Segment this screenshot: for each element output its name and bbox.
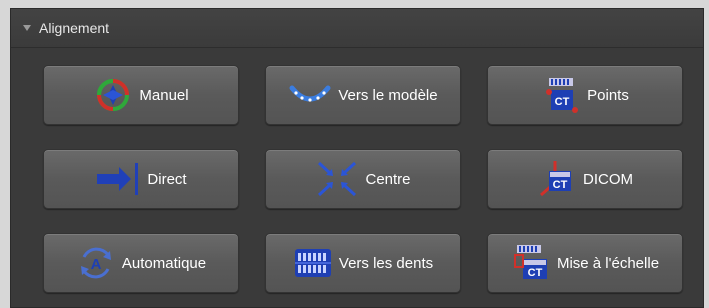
svg-text:CT: CT	[553, 179, 568, 191]
window-background: Alignement Manuel Vers le modèle CT Poin…	[0, 0, 709, 308]
points-label: Points	[587, 86, 629, 104]
dicom-button[interactable]: CT DICOM	[487, 149, 683, 209]
manual-button[interactable]: Manuel	[43, 65, 239, 125]
center-button[interactable]: Centre	[265, 149, 461, 209]
collapse-triangle-icon[interactable]	[23, 25, 31, 31]
panel-header[interactable]: Alignement	[11, 9, 703, 48]
direct-align-icon	[95, 161, 141, 197]
center-align-icon	[315, 159, 359, 199]
manual-label: Manuel	[139, 86, 189, 104]
direct-button[interactable]: Direct	[43, 149, 239, 209]
to-model-label: Vers le modèle	[338, 86, 438, 104]
svg-text:CT: CT	[555, 96, 570, 108]
model-align-icon	[288, 80, 332, 110]
to-teeth-button[interactable]: Vers les dents	[265, 233, 461, 293]
panel-title: Alignement	[39, 20, 110, 36]
center-label: Centre	[365, 170, 411, 188]
scale-align-icon: CT	[511, 243, 551, 283]
to-model-button[interactable]: Vers le modèle	[265, 65, 461, 125]
direct-label: Direct	[147, 170, 187, 188]
to-teeth-label: Vers les dents	[338, 254, 434, 272]
points-align-icon: CT	[541, 76, 581, 114]
manual-align-icon	[93, 75, 133, 115]
teeth-align-icon	[293, 245, 333, 281]
automatic-button[interactable]: A Automatique	[43, 233, 239, 293]
automatic-align-icon: A	[76, 243, 116, 283]
scale-button[interactable]: CT Mise à l'échelle	[487, 233, 683, 293]
alignment-panel: Alignement Manuel Vers le modèle CT Poin…	[10, 8, 704, 308]
svg-text:A: A	[90, 256, 101, 273]
scale-label: Mise à l'échelle	[556, 254, 660, 272]
points-button[interactable]: CT Points	[487, 65, 683, 125]
dicom-label: DICOM	[583, 170, 633, 188]
dicom-align-icon: CT	[537, 159, 577, 199]
svg-text:CT: CT	[528, 267, 543, 279]
automatic-label: Automatique	[121, 254, 207, 272]
